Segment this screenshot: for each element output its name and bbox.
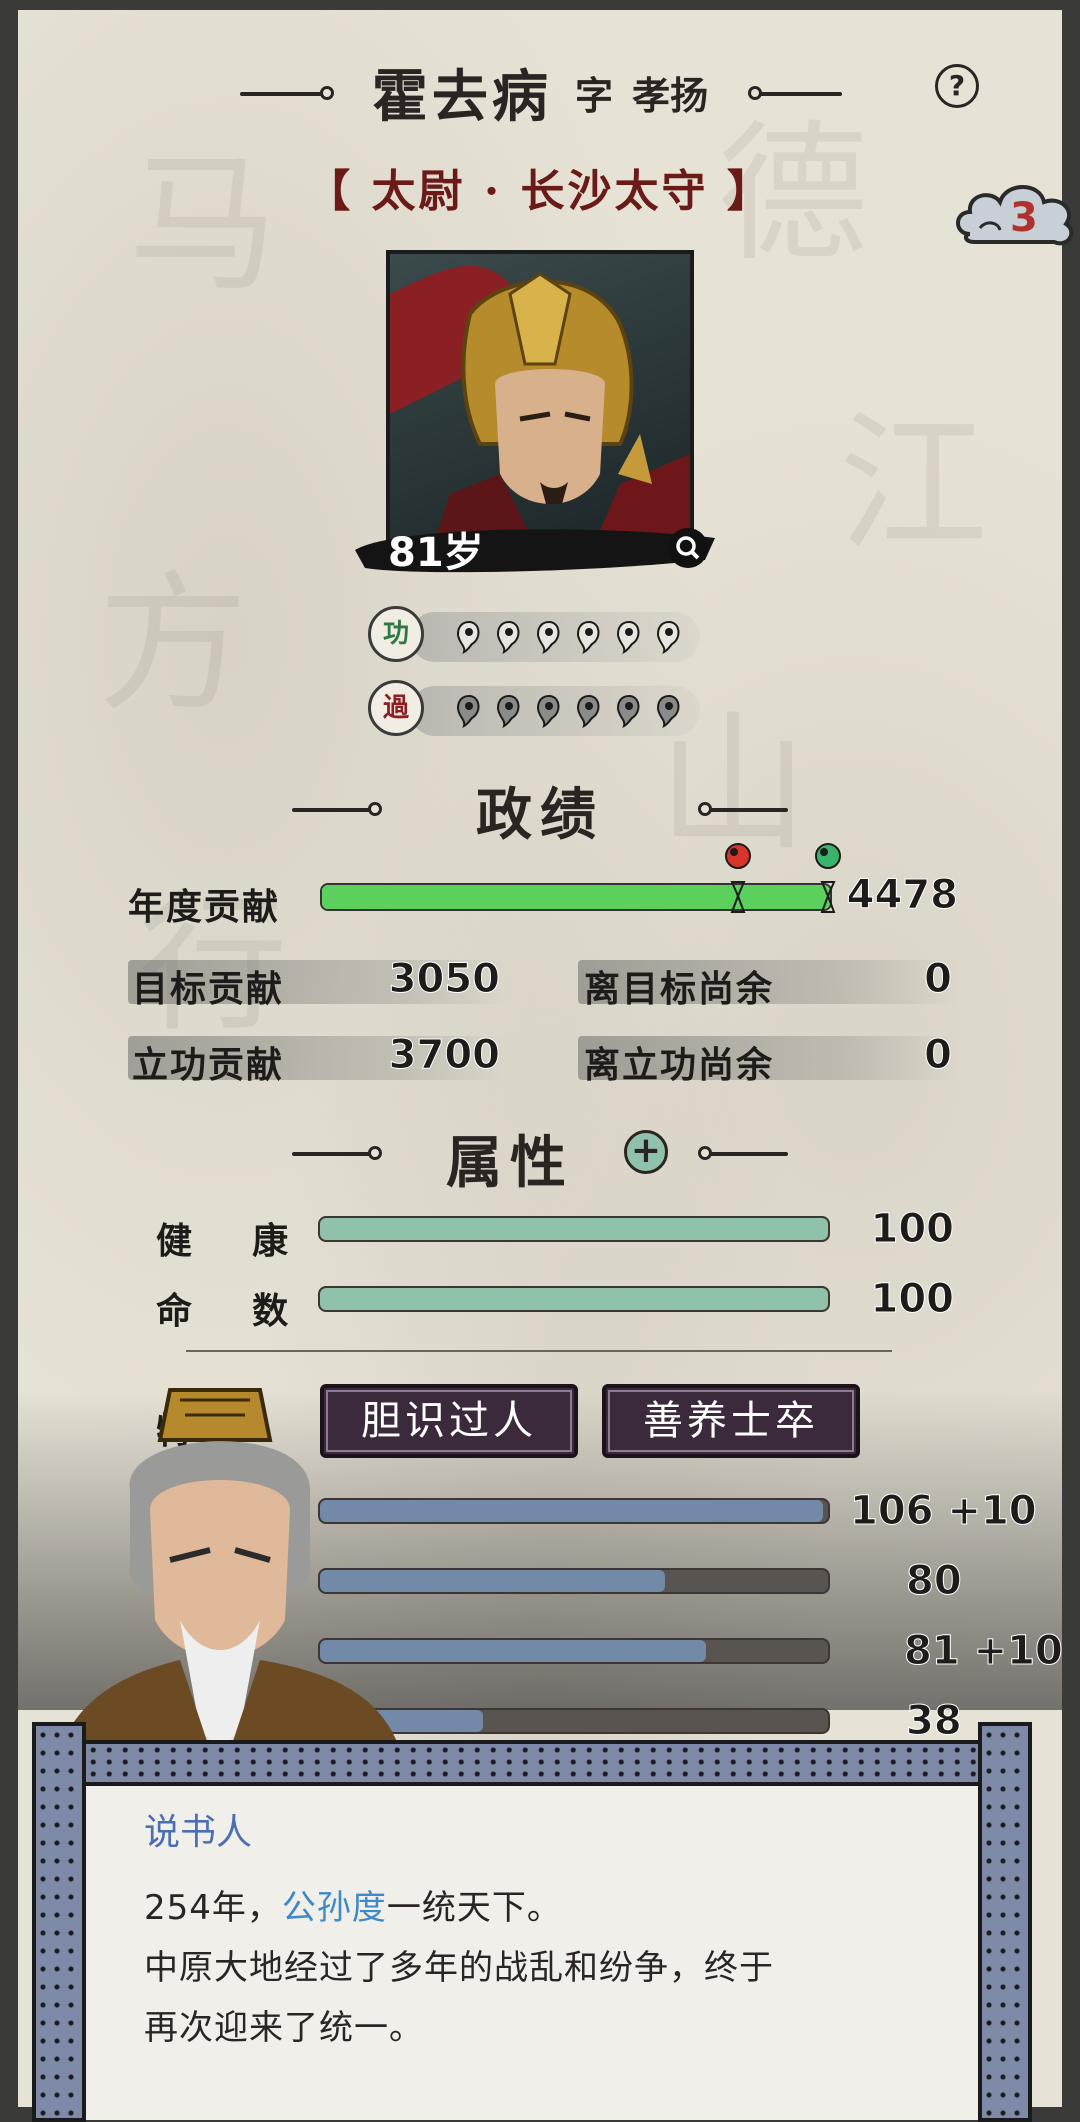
annual-contribution-bar — [320, 883, 832, 911]
dialog-line-2: 中原大地经过了多年的战乱和纷争，终于 — [144, 1948, 774, 1988]
magatama-icon — [456, 620, 480, 654]
guo-badge: 過 — [368, 680, 424, 736]
stat-bonus: +10 — [973, 1628, 1063, 1675]
health-fill — [320, 1218, 828, 1240]
character-title: 霍去病 字 孝扬 — [0, 52, 1080, 133]
character-portrait[interactable] — [386, 250, 694, 558]
section-separator — [186, 1350, 892, 1352]
health-value: 100 — [870, 1206, 955, 1253]
merit-contribution-value: 3700 — [388, 1032, 500, 1079]
fate-fill — [320, 1288, 828, 1310]
remain-merit-label: 离立功尚余 — [584, 1044, 775, 1086]
magatama-icon — [616, 620, 640, 654]
magatama-icon — [656, 694, 680, 728]
target-contribution-label: 目标贡献 — [132, 968, 285, 1010]
character-name: 霍去病 — [371, 64, 552, 130]
magatama-icon — [616, 694, 640, 728]
politics-heading: 政绩 — [476, 782, 604, 848]
attributes-heading: 属性 — [446, 1130, 574, 1196]
background-calligraphy: 方 — [98, 558, 249, 732]
magatama-icon — [576, 694, 600, 728]
dialog-highlighted-name[interactable]: 公孙度 — [282, 1888, 387, 1928]
help-button[interactable]: ? — [935, 64, 979, 108]
magnifier-icon — [676, 536, 700, 560]
courtesy-prefix: 字 — [574, 73, 613, 118]
fate-label: 命 数 — [156, 1290, 291, 1332]
annual-contribution-label: 年度贡献 — [128, 886, 281, 928]
magatama-icon — [536, 620, 560, 654]
narrator-portrait — [60, 1388, 400, 1750]
courtesy-name: 孝扬 — [632, 73, 709, 118]
dialog-line-1: 254年，公孙度一统天下。 — [144, 1880, 562, 1929]
dialog-text: 254年， — [144, 1888, 282, 1928]
magatama-icon — [456, 694, 480, 728]
target-contribution-value: 3050 — [388, 956, 500, 1003]
stat-number: 106 — [850, 1488, 934, 1535]
remain-target-label: 离目标尚余 — [584, 968, 775, 1010]
add-attribute-button[interactable]: + — [624, 1130, 668, 1174]
gong-badge: 功 — [368, 606, 424, 662]
remain-merit-value: 0 — [924, 1032, 953, 1079]
health-bar — [318, 1216, 830, 1242]
stat-number: 38 — [906, 1698, 963, 1745]
stat-value-1: 106 +10 — [850, 1488, 1040, 1535]
zoom-portrait-button[interactable] — [668, 528, 708, 568]
merit-contribution-label: 立功贡献 — [132, 1044, 285, 1086]
stat-value-3: 81 +10 — [904, 1628, 1064, 1675]
dialog-line-3: 再次迎来了统一。 — [144, 2008, 424, 2048]
fate-value: 100 — [870, 1276, 955, 1323]
dialog-text: 一统天下。 — [386, 1888, 562, 1928]
merit-guo-row: 過 — [368, 680, 700, 740]
scroll-pole-left — [32, 1722, 86, 2122]
trait-button[interactable]: 善养士卒 — [602, 1384, 860, 1458]
health-label: 健 康 — [156, 1220, 291, 1262]
stat-bonus: +10 — [947, 1488, 1037, 1535]
remain-target-value: 0 — [924, 956, 953, 1003]
magatama-icon — [496, 694, 520, 728]
character-age: 81岁 — [388, 530, 484, 576]
background-calligraphy: 江 — [838, 398, 989, 572]
office-title: 【 太尉 · 长沙太守 】 — [306, 166, 774, 217]
stat-value-2: 80 — [906, 1558, 1036, 1605]
magatama-icon — [536, 694, 560, 728]
merit-gong-row: 功 — [368, 606, 700, 666]
notification-count: 3 — [1010, 195, 1038, 241]
fate-bar — [318, 1286, 830, 1312]
stat-number: 80 — [906, 1558, 963, 1605]
magatama-icon — [576, 620, 600, 654]
target-marker-icon — [725, 843, 751, 913]
magatama-icon — [496, 620, 520, 654]
magatama-icon — [656, 620, 680, 654]
annual-contribution-value: 4478 — [846, 872, 958, 919]
dialog-speaker: 说书人 — [144, 1812, 253, 1853]
stat-number: 81 — [904, 1628, 961, 1675]
dialog-top-border — [74, 1740, 994, 1786]
scroll-pole-right — [978, 1722, 1032, 2122]
